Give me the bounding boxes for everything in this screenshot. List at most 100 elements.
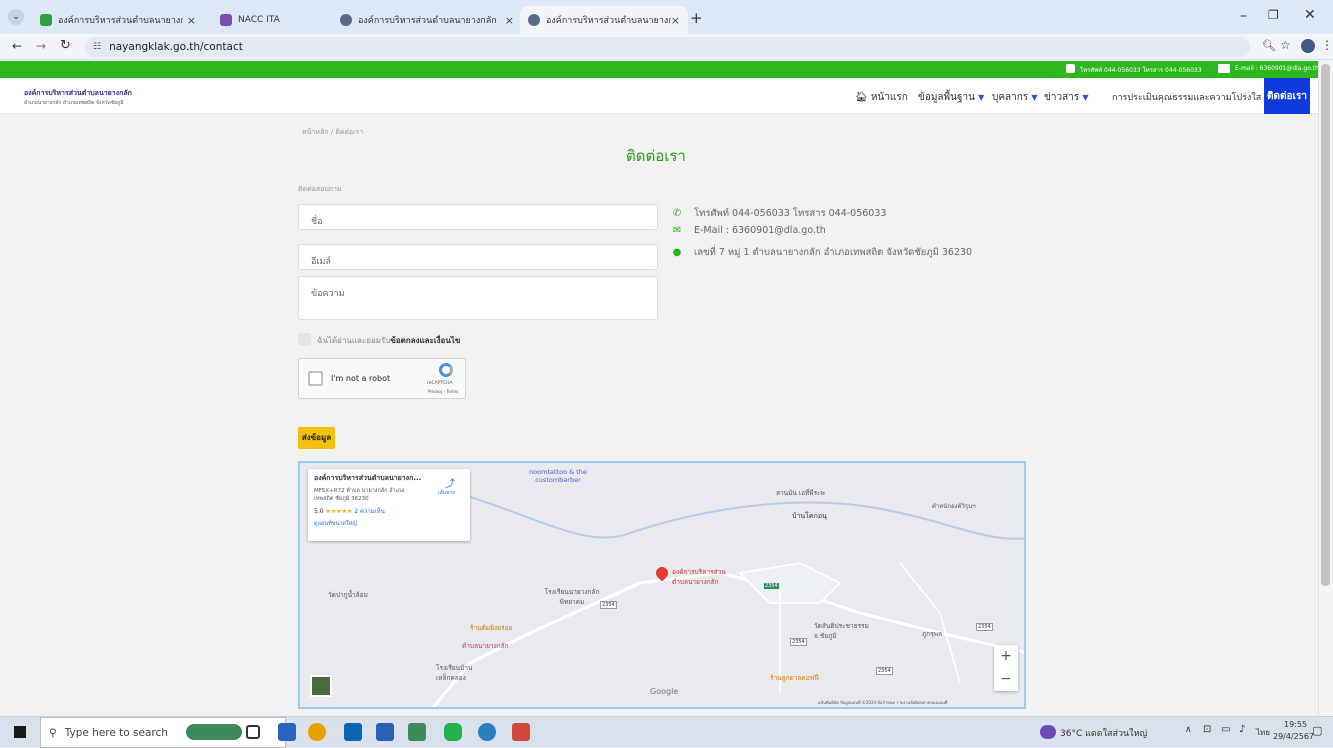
name-field[interactable]: ชื่อ xyxy=(298,204,658,230)
browser-app-icon[interactable] xyxy=(478,723,496,741)
browser-tab[interactable]: องค์การบริหารส่วนตำบลนายางกลัก × xyxy=(32,6,204,34)
browser-tab-active[interactable]: องค์การบริหารส่วนตำบลนายางกลัก × xyxy=(520,6,688,34)
site-logo[interactable]: องค์การบริหารส่วนตำบลนายางกลัก อำเภอนายา… xyxy=(24,88,132,107)
recaptcha-checkbox[interactable] xyxy=(308,371,323,386)
clock-date[interactable]: 29/4/2567 xyxy=(1273,732,1314,741)
app-icon[interactable] xyxy=(512,723,530,741)
search-icon: ⚲ xyxy=(49,726,57,739)
zoom-icon[interactable]: 🔍︎ xyxy=(1262,39,1276,52)
road-shield: 2354 xyxy=(790,638,807,646)
zoom-control: + − xyxy=(994,645,1018,691)
phone-icon xyxy=(1066,64,1075,73)
place-rating: 5.0 ★★★★★ 2 ความเห็น xyxy=(314,508,385,515)
map-marker-icon: ● xyxy=(672,247,682,258)
terms-link[interactable]: ข้อตกลงและเงื่อนไข xyxy=(390,336,460,345)
page-title: ติดต่อเรา xyxy=(626,147,686,165)
tab-search-button[interactable]: ⌄ xyxy=(8,9,24,25)
minimize-icon[interactable]: – xyxy=(1240,8,1247,24)
site-info-icon[interactable]: ☷ xyxy=(93,42,101,52)
chrome-icon[interactable] xyxy=(308,723,326,741)
map-footer[interactable]: แป้นพิมพ์ลัด ข้อมูลแผนที่ ©2024 ข้อกำหนด… xyxy=(818,699,947,706)
back-icon[interactable]: ← xyxy=(12,39,22,53)
network-icon[interactable]: ⊡ xyxy=(1203,724,1211,735)
topbar-email: E-mail : 6360901@dla.go.th xyxy=(1235,65,1319,72)
message-field[interactable]: ข้อความ xyxy=(298,276,658,320)
nav-ita[interactable]: การประเมินคุณธรรมและความโปร่งใส (ITA) xyxy=(1112,90,1285,104)
browser-tab[interactable]: องค์การบริหารส่วนตำบลนายางกลัก xyxy=(332,6,524,34)
scrollbar-thumb[interactable] xyxy=(1321,64,1330,586)
map-place-label[interactable]: วัดปากูน้ำล้อม xyxy=(328,590,368,600)
submit-button[interactable]: ส่งข้อมูล xyxy=(298,427,335,449)
weather-text[interactable]: 36°C แดดใสส่วนใหญ่ xyxy=(1060,726,1147,740)
road-shield: 2354 xyxy=(600,601,617,609)
map-place-label[interactable]: โรงเรียนบ้าน เหล็กคลอง xyxy=(436,663,484,683)
language-indicator[interactable]: ไทย xyxy=(1256,726,1270,739)
contact-address: ● เลขที่ 7 หมู่ 1 ตำบลนายางกลัก อำเภอเทพส… xyxy=(670,245,972,260)
notification-icon[interactable]: ▢ xyxy=(1312,724,1322,737)
menu-kebab-icon[interactable]: ⋮ xyxy=(1321,38,1333,52)
restore-icon[interactable]: ❐ xyxy=(1268,8,1279,22)
browser-tab-bar: ⌄ องค์การบริหารส่วนตำบลนายางกลัก × NACC … xyxy=(0,0,1333,34)
browser-tab[interactable]: NACC ITA xyxy=(212,6,332,34)
directions-link[interactable]: เส้นทาง xyxy=(438,489,455,497)
task-view-icon[interactable] xyxy=(246,725,260,739)
view-larger-map-link[interactable]: ดูแผนที่ขนาดใหญ่ xyxy=(314,520,464,528)
clock-time[interactable]: 19:55 xyxy=(1284,720,1307,729)
map-place-label[interactable]: องค์การบริหารส่วน ตำบลนายางกลัก xyxy=(672,567,742,587)
new-tab-icon[interactable]: + xyxy=(690,9,703,27)
mail-app-icon[interactable] xyxy=(344,723,362,741)
email-field[interactable]: อีเมล์ xyxy=(298,244,658,270)
nav-news[interactable]: ข่าวสาร ▼ xyxy=(1044,90,1089,105)
topbar-phone: โทรศัพท์ 044-056033 โทรสาร 044-056033 xyxy=(1080,67,1202,74)
favicon-icon xyxy=(528,14,540,26)
close-tab-icon[interactable]: × xyxy=(671,14,680,27)
google-map[interactable]: องค์การบริหารส่วนตำบลนายางก... MF5X+R72 … xyxy=(298,461,1026,709)
tray-chevron-icon[interactable]: ∧ xyxy=(1185,725,1192,735)
nav-basic-info[interactable]: ข้อมูลพื้นฐาน ▼ xyxy=(918,90,984,105)
map-place-label[interactable]: ภูกรุพล xyxy=(922,629,942,639)
map-place-label[interactable]: ร้านต้มยิ่งอร่อย xyxy=(470,623,512,633)
close-window-icon[interactable]: ✕ xyxy=(1304,7,1316,23)
map-place-label[interactable]: วัดสันติประชาธรรม จ.ชัยภูมิ xyxy=(814,621,888,641)
nav-personnel[interactable]: บุคลากร ▼ xyxy=(992,90,1038,105)
favicon-icon xyxy=(40,14,52,26)
word-icon[interactable] xyxy=(376,723,394,741)
map-place-label[interactable]: ตำบลนายางกลัก xyxy=(462,641,509,651)
favicon-icon xyxy=(340,14,352,26)
map-place-label[interactable]: ตำหนักองค์วิรุนฯ xyxy=(932,501,976,511)
chevron-down-icon: ▼ xyxy=(1082,93,1089,102)
map-thumbnail[interactable] xyxy=(310,675,332,697)
line-icon[interactable] xyxy=(444,723,462,741)
file-explorer-icon[interactable] xyxy=(278,723,296,741)
recaptcha-logo-icon xyxy=(439,363,453,377)
close-tab-icon[interactable]: × xyxy=(187,14,196,27)
volume-icon[interactable]: ♪ xyxy=(1239,724,1245,735)
reload-icon[interactable]: ↻ xyxy=(60,38,71,53)
zoom-out-button[interactable]: − xyxy=(994,668,1018,691)
drive-icon[interactable] xyxy=(408,723,426,741)
nav-contact-button[interactable]: ติดต่อเรา xyxy=(1264,78,1310,114)
map-place-label[interactable]: ลานมัน เอที่พีระพ xyxy=(776,488,825,498)
site-top-bar: โทรศัพท์ 044-056033 โทรสาร 044-056033 E-… xyxy=(0,61,1319,78)
recaptcha-label: I'm not a robot xyxy=(331,374,391,383)
forward-icon[interactable]: → xyxy=(36,39,46,53)
phone-icon: ✆ xyxy=(672,208,682,219)
recaptcha-brand: reCAPTCHA xyxy=(427,381,453,386)
directions-icon[interactable]: ⤴ xyxy=(445,475,455,490)
nav-home[interactable]: 🏠︎ หน้าแรก xyxy=(855,90,908,105)
map-place-label[interactable]: noomtattoo & the custombarber xyxy=(522,468,594,484)
consent-checkbox[interactable] xyxy=(298,333,311,346)
map-place-label[interactable]: โรงเรียนนายางกลัก พิทยาคม xyxy=(542,587,602,607)
reviews-link[interactable]: 2 ความเห็น xyxy=(354,508,385,515)
map-place-card: องค์การบริหารส่วนตำบลนายางก... MF5X+R72 … xyxy=(308,469,470,541)
zoom-in-button[interactable]: + xyxy=(994,645,1018,668)
profile-avatar-icon[interactable] xyxy=(1301,39,1315,53)
display-icon[interactable]: ▭ xyxy=(1221,724,1230,735)
breadcrumb[interactable]: หน้าหลัก / ติดต่อเรา xyxy=(302,127,363,138)
windows-start-icon[interactable] xyxy=(14,726,26,738)
recaptcha-terms[interactable]: Privacy - Terms xyxy=(428,389,458,394)
map-place-label[interactable]: ร้านลูกตาลคอฟฟี่ xyxy=(770,673,819,683)
road-shield: 2354 xyxy=(876,667,893,675)
url-field[interactable]: ☷ nayangklak.go.th/contact xyxy=(85,37,1250,57)
bookmark-star-icon[interactable]: ☆ xyxy=(1280,38,1291,52)
